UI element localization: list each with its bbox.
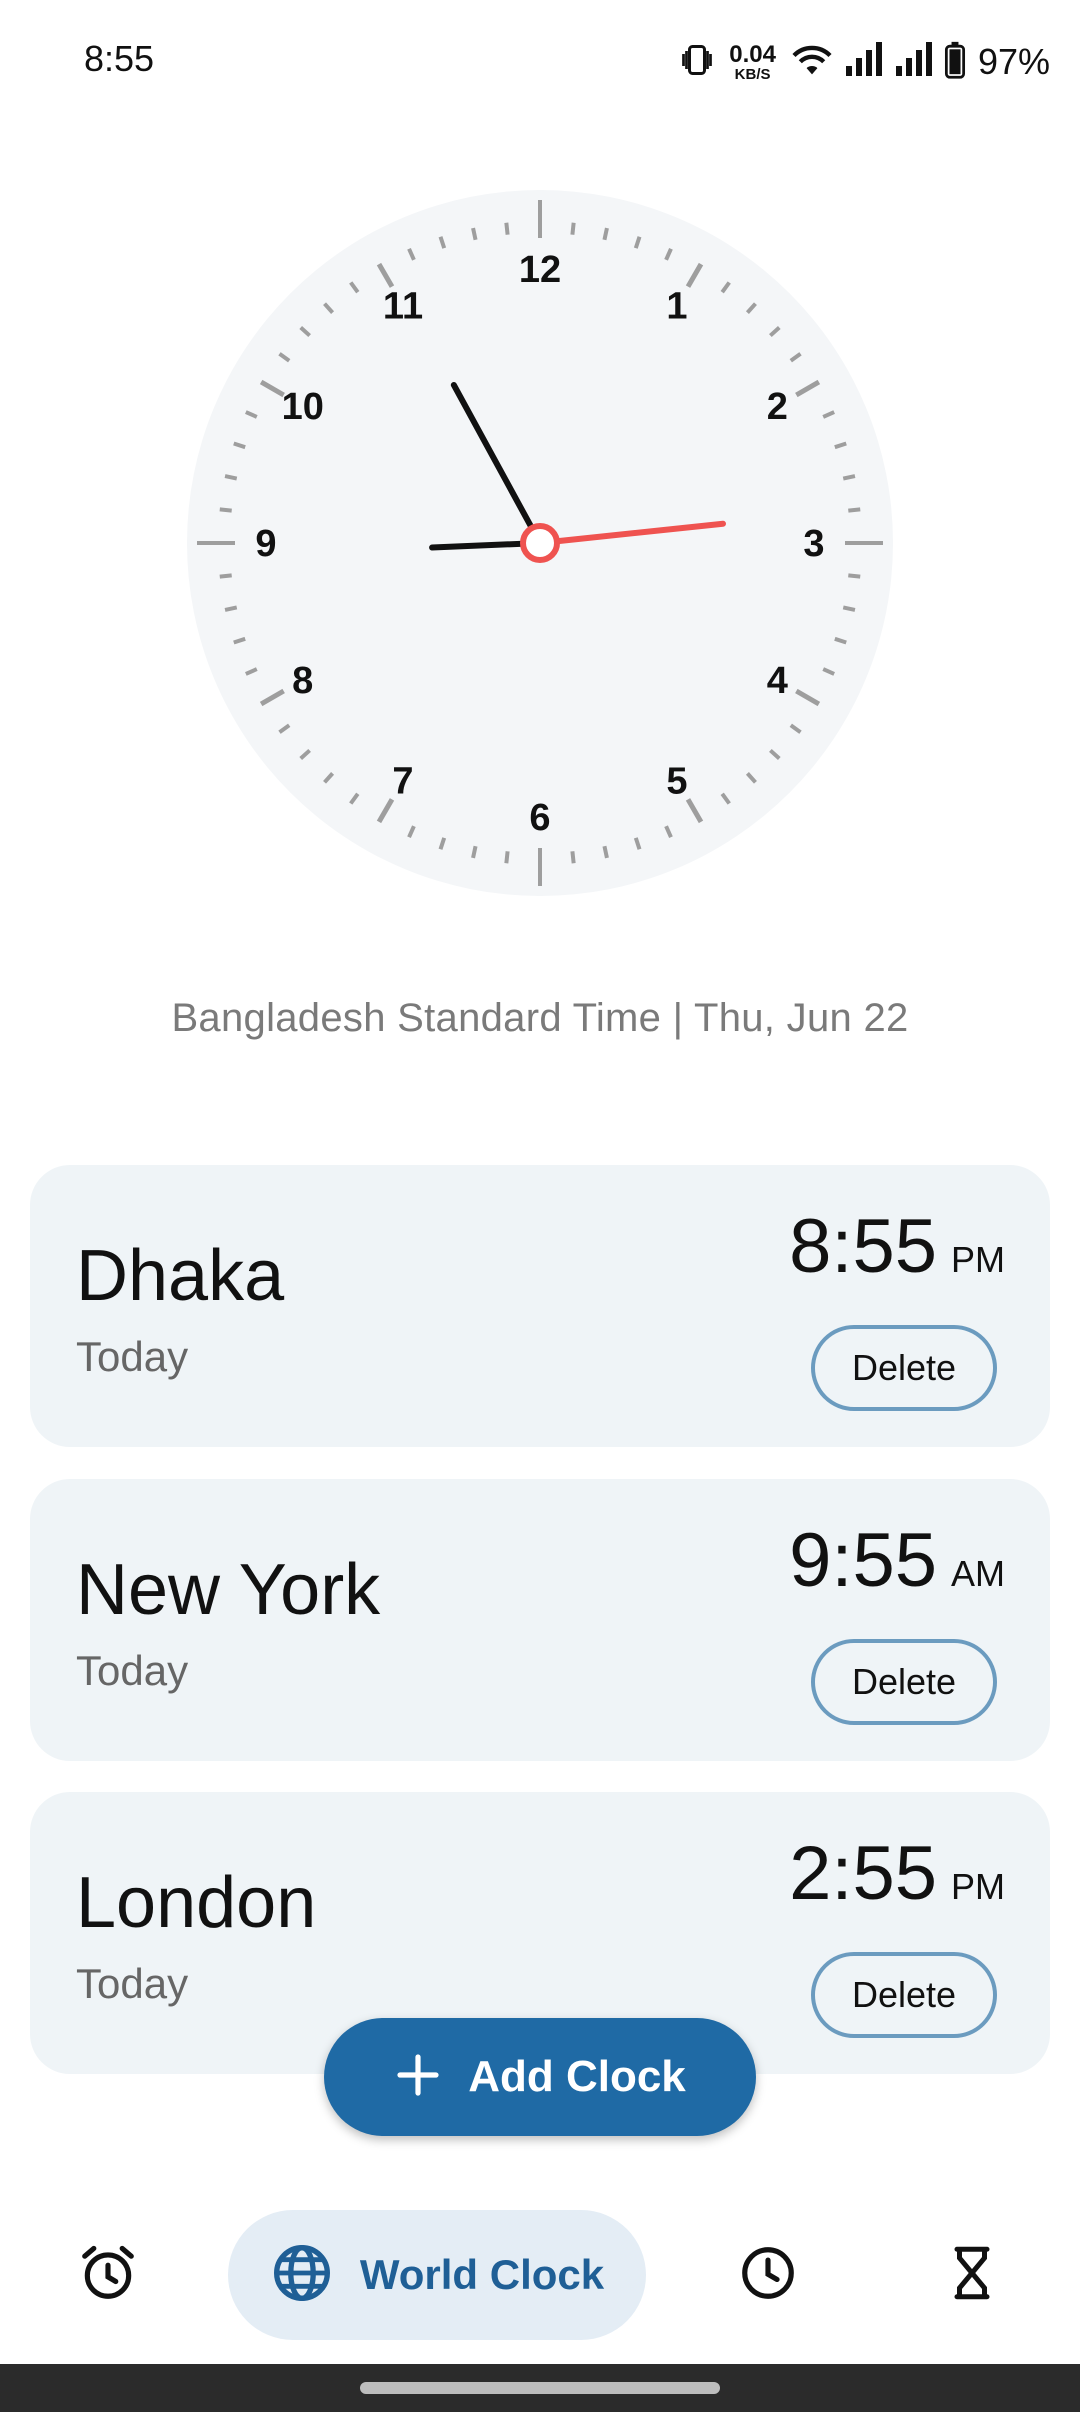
time-ampm: AM bbox=[951, 1553, 1005, 1594]
day-label: Today bbox=[76, 1647, 189, 1694]
clock-tick bbox=[504, 851, 510, 864]
plus-icon bbox=[394, 2051, 442, 2104]
clock-tick bbox=[570, 222, 576, 235]
clock-numeral: 1 bbox=[666, 286, 687, 328]
gesture-bar-area bbox=[0, 2364, 1080, 2412]
network-speed-value: 0.04 bbox=[729, 40, 776, 68]
clock-numeral: 7 bbox=[392, 760, 413, 802]
clock-tick bbox=[848, 573, 861, 579]
clock-tick bbox=[842, 474, 856, 481]
status-time: 8:55 bbox=[84, 38, 155, 79]
clock-tick bbox=[570, 851, 576, 864]
vibrate-icon bbox=[679, 42, 715, 83]
analog-clock: 12 1 2 3 4 5 6 7 8 9 10 11 bbox=[187, 190, 893, 896]
hour-hand bbox=[429, 540, 527, 551]
clock-numeral: 4 bbox=[767, 660, 788, 702]
clock-numeral: 3 bbox=[803, 523, 824, 565]
clock-tick bbox=[848, 507, 861, 513]
city-time: 8:55 PM bbox=[789, 1203, 1005, 1290]
city-name: New York bbox=[76, 1550, 381, 1630]
globe-icon bbox=[270, 2241, 334, 2310]
hourglass-icon bbox=[942, 2242, 1002, 2309]
time-ampm: PM bbox=[951, 1239, 1005, 1280]
day-label: Today bbox=[76, 1960, 189, 2007]
add-clock-button[interactable]: Add Clock bbox=[324, 2018, 756, 2136]
signal-icon bbox=[844, 41, 884, 83]
clock-tick bbox=[471, 845, 478, 859]
clock-tick bbox=[504, 222, 510, 235]
clock-numeral: 8 bbox=[292, 660, 313, 702]
nav-timer[interactable] bbox=[912, 2200, 1032, 2350]
nav-stopwatch[interactable] bbox=[708, 2200, 828, 2350]
time-value: 9:55 bbox=[789, 1518, 937, 1603]
status-bar: 8:55 0.04 KB/S 97% bbox=[0, 0, 1080, 124]
delete-button[interactable]: Delete bbox=[811, 1639, 997, 1725]
clock-tick bbox=[842, 605, 856, 612]
clock-numeral: 11 bbox=[383, 286, 423, 328]
clock-numeral: 6 bbox=[529, 797, 550, 839]
network-speed: 0.04 KB/S bbox=[729, 40, 776, 83]
delete-button[interactable]: Delete bbox=[811, 1325, 997, 1411]
add-clock-label: Add Clock bbox=[468, 2052, 686, 2101]
battery-percent: 97% bbox=[977, 41, 1050, 82]
clock-numeral: 12 bbox=[519, 249, 561, 291]
nav-alarm[interactable] bbox=[48, 2200, 168, 2350]
city-name: Dhaka bbox=[76, 1236, 285, 1316]
clock-numeral: 10 bbox=[282, 386, 324, 428]
time-value: 2:55 bbox=[789, 1831, 937, 1916]
city-name: London bbox=[76, 1863, 317, 1943]
nav-world-clock[interactable]: World Clock bbox=[228, 2210, 646, 2340]
clock-numeral: 5 bbox=[666, 760, 687, 802]
world-clock-card[interactable]: New York Today 9:55 AM Delete bbox=[30, 1479, 1050, 1761]
time-ampm: PM bbox=[951, 1866, 1005, 1907]
clock-tick bbox=[224, 474, 238, 481]
signal-icon bbox=[894, 41, 934, 83]
network-speed-unit: KB/S bbox=[734, 65, 771, 83]
timezone-caption: Bangladesh Standard Time | Thu, Jun 22 bbox=[171, 996, 909, 1040]
alarm-icon bbox=[77, 2242, 139, 2309]
clock-numeral: 2 bbox=[767, 386, 788, 428]
wifi-icon bbox=[790, 42, 834, 83]
analog-clock-face: 121234567891011 bbox=[187, 190, 893, 896]
clock-tick bbox=[224, 605, 238, 612]
world-clock-card[interactable]: Dhaka Today 8:55 PM Delete bbox=[30, 1165, 1050, 1447]
clock-numeral: 9 bbox=[255, 523, 276, 565]
gesture-handle[interactable] bbox=[360, 2382, 720, 2394]
day-label: Today bbox=[76, 1333, 189, 1380]
clock-tick bbox=[602, 845, 609, 859]
city-time: 2:55 PM bbox=[789, 1830, 1005, 1917]
nav-world-clock-label: World Clock bbox=[359, 2251, 605, 2298]
time-value: 8:55 bbox=[789, 1204, 937, 1289]
battery-icon bbox=[944, 41, 966, 84]
clock-tick bbox=[219, 507, 232, 513]
clock-icon bbox=[737, 2242, 799, 2309]
clock-center-pin bbox=[520, 523, 560, 563]
status-icons: 0.04 KB/S 97% bbox=[679, 32, 1050, 92]
city-time: 9:55 AM bbox=[789, 1517, 1005, 1604]
clock-tick bbox=[602, 227, 609, 241]
bottom-navigation: World Clock bbox=[0, 2200, 1080, 2350]
clock-tick bbox=[471, 227, 478, 241]
delete-button[interactable]: Delete bbox=[811, 1952, 997, 2038]
clock-tick bbox=[219, 573, 232, 579]
